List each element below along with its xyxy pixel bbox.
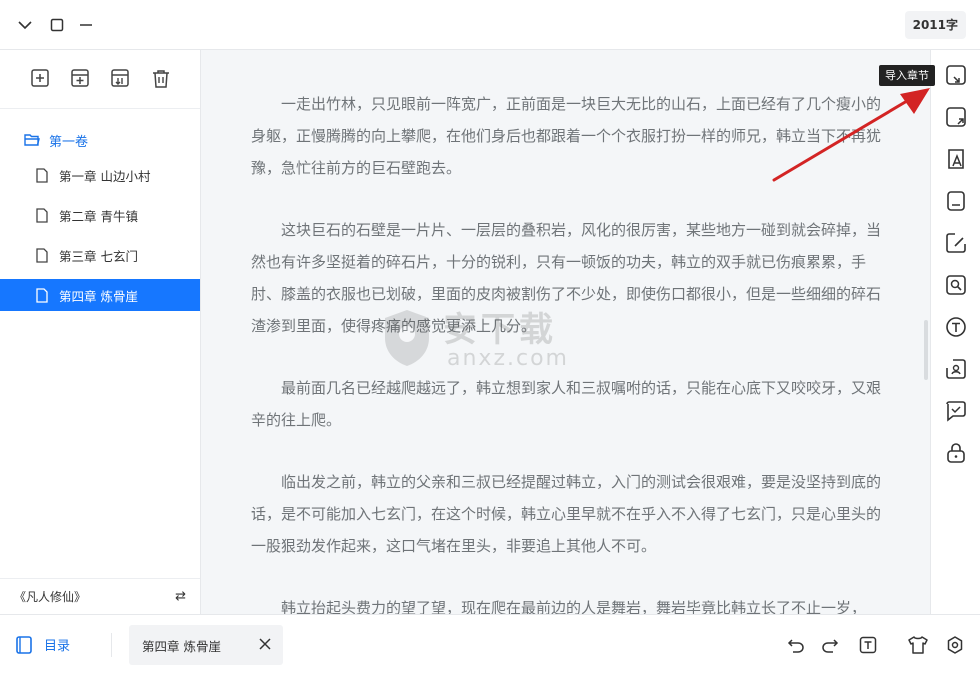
- close-icon[interactable]: [257, 636, 273, 652]
- word-count-badge: 2011字: [904, 11, 966, 39]
- chapter-label: 第三章 七玄门: [59, 248, 138, 264]
- note-button[interactable]: [944, 189, 968, 213]
- paragraph[interactable]: 这块巨石的石壁是一片片、一层层的叠积岩，风化的很厉害，某些地方一碰到就会碎掉，当…: [251, 214, 894, 342]
- text-box-icon: [859, 636, 877, 654]
- delete-button[interactable]: [150, 68, 172, 90]
- chapter-item-3[interactable]: 第三章 七玄门: [0, 239, 200, 271]
- note-icon: [947, 191, 965, 211]
- text-circle-icon: [946, 317, 966, 337]
- settings-button[interactable]: [945, 635, 965, 655]
- switch-icon[interactable]: ⇄: [175, 589, 186, 604]
- maximize-button[interactable]: [46, 14, 68, 36]
- volume-label: 第一卷: [49, 134, 89, 150]
- book-icon: [16, 635, 32, 654]
- chapter-item-2[interactable]: 第二章 青牛镇: [0, 199, 200, 231]
- font-button[interactable]: [944, 147, 968, 171]
- redo-icon: [822, 639, 839, 653]
- format-text-button[interactable]: [858, 635, 878, 655]
- tab-label: 第四章 炼骨崖: [142, 638, 221, 654]
- import-chapter-icon: [946, 65, 966, 85]
- font-icon: [948, 149, 964, 169]
- document-icon: [36, 207, 48, 223]
- title-bar: 2011字: [0, 0, 980, 50]
- paragraph[interactable]: 最前面几名已经越爬越远了，韩立想到家人和三叔嘱咐的话，只能在心底下又咬咬牙，又艰…: [251, 372, 894, 436]
- chapter-tree: 第一卷 第一章 山边小村 第二章 青牛镇 第三章 七玄门 第四章 炼骨崖: [0, 109, 200, 311]
- theme-button[interactable]: [908, 635, 928, 655]
- gear-icon: [947, 636, 963, 654]
- minimize-button[interactable]: [75, 14, 97, 36]
- undo-icon: [787, 639, 804, 653]
- scrollbar-thumb[interactable]: [924, 320, 928, 380]
- paragraph[interactable]: 临出发之前，韩立的父亲和三叔已经提醒过韩立，入门的测试会很艰难，要是没坚持到底的…: [251, 466, 894, 562]
- paragraph[interactable]: 韩立抬起头费力的望了望，现在爬在最前边的人是舞岩，舞岩毕竟比韩立长了不止一岁，: [251, 592, 894, 614]
- add-document-icon: [31, 69, 49, 87]
- import-icon: [111, 69, 129, 87]
- square-icon: [50, 18, 64, 32]
- redo-button[interactable]: [820, 635, 840, 655]
- shirt-icon: [908, 636, 928, 654]
- add-volume-button[interactable]: [70, 68, 92, 90]
- book-switcher[interactable]: 《凡人修仙》 ⇄: [0, 578, 200, 614]
- import-button[interactable]: [110, 68, 132, 90]
- collapse-button[interactable]: [14, 14, 36, 36]
- text-button[interactable]: [944, 315, 968, 339]
- chapter-item-4[interactable]: 第四章 炼骨崖: [0, 279, 200, 311]
- add-folder-icon: [71, 69, 89, 87]
- character-button[interactable]: [944, 357, 968, 381]
- undo-button[interactable]: [786, 635, 806, 655]
- document-icon: [36, 287, 48, 303]
- document-icon: [36, 167, 48, 183]
- search-button[interactable]: [944, 273, 968, 297]
- sidebar-toolbar: [0, 50, 200, 109]
- check-comment-icon: [946, 401, 966, 422]
- chapter-sidebar: 第一卷 第一章 山边小村 第二章 青牛镇 第三章 七玄门 第四章 炼骨崖 《凡人…: [0, 50, 201, 614]
- export-chapter-button[interactable]: [944, 105, 968, 129]
- chapter-label: 第二章 青牛镇: [59, 208, 138, 224]
- toc-button[interactable]: 目录: [16, 635, 70, 654]
- divider: [111, 633, 112, 657]
- export-icon: [946, 107, 966, 127]
- toc-label: 目录: [44, 639, 71, 654]
- chapter-item-1[interactable]: 第一章 山边小村: [0, 159, 200, 191]
- chapter-label: 第四章 炼骨崖: [59, 288, 138, 304]
- annotation-arrow: [772, 88, 930, 182]
- folder-open-icon: [24, 134, 40, 146]
- document-icon: [36, 247, 48, 263]
- open-chapter-tab[interactable]: 第四章 炼骨崖: [129, 625, 283, 665]
- minus-icon: [80, 24, 92, 26]
- trash-icon: [153, 70, 169, 88]
- user-card-icon: [946, 359, 966, 379]
- add-chapter-button[interactable]: [30, 68, 52, 90]
- chapter-label: 第一章 山边小村: [59, 168, 151, 184]
- import-chapter-button[interactable]: [944, 63, 968, 87]
- bottom-bar: 目录 第四章 炼骨崖: [0, 614, 980, 674]
- chevron-down-icon: [18, 21, 32, 30]
- check-button[interactable]: [944, 399, 968, 423]
- edit-button[interactable]: [944, 231, 968, 255]
- lock-icon: [947, 443, 965, 463]
- edit-icon: [946, 233, 966, 253]
- lock-button[interactable]: [944, 441, 968, 465]
- search-icon: [946, 275, 966, 295]
- book-title: 《凡人修仙》: [14, 590, 87, 604]
- volume-item[interactable]: 第一卷: [0, 129, 200, 151]
